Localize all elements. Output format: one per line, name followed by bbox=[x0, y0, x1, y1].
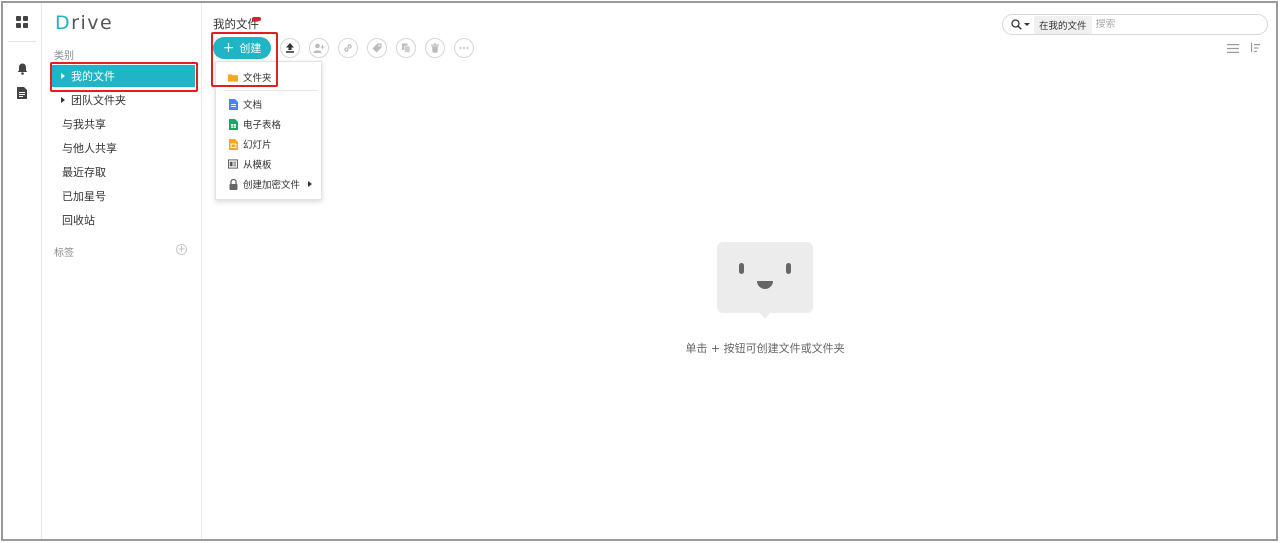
slides-icon bbox=[228, 138, 238, 150]
caret-right-icon[interactable] bbox=[61, 73, 65, 79]
tag-icon[interactable] bbox=[367, 38, 387, 58]
list-view-icon[interactable] bbox=[1227, 43, 1239, 53]
upload-icon[interactable] bbox=[280, 38, 300, 58]
empty-state-message: 单击 + 按钮可创建文件或文件夹 bbox=[685, 342, 845, 355]
sort-icon[interactable] bbox=[1250, 43, 1260, 53]
sidebar: Drive 类别 我的文件 团队文件夹 与我共享 与他人共享 最近存取 已加星号… bbox=[42, 3, 202, 539]
search-box[interactable]: 在我的文件 bbox=[1002, 14, 1268, 35]
link-icon[interactable] bbox=[338, 38, 358, 58]
create-button-label: 创建 bbox=[239, 42, 262, 55]
app-window: Drive 类别 我的文件 团队文件夹 与我共享 与他人共享 最近存取 已加星号… bbox=[1, 1, 1278, 541]
menu-item-encrypted[interactable]: 创建加密文件 bbox=[216, 174, 321, 194]
search-icon[interactable] bbox=[1011, 19, 1022, 30]
sidebar-item-label: 与我共享 bbox=[62, 118, 106, 131]
plus-circle-icon[interactable]: + bbox=[176, 244, 187, 255]
menu-item-label: 文档 bbox=[243, 100, 263, 111]
icon-rail bbox=[3, 3, 42, 539]
search-scope[interactable]: 在我的文件 bbox=[1034, 15, 1092, 34]
tags-label: 标签 bbox=[54, 248, 74, 259]
menu-item-label: 幻灯片 bbox=[243, 140, 272, 151]
sidebar-item-label: 我的文件 bbox=[71, 70, 115, 83]
toolbar: + 创建 bbox=[213, 36, 474, 60]
bell-icon[interactable] bbox=[14, 61, 30, 77]
menu-item-label: 从模板 bbox=[243, 160, 272, 171]
menu-item-template[interactable]: 从模板 bbox=[216, 154, 321, 174]
sidebar-item-shared-with-me[interactable]: 与我共享 bbox=[52, 113, 195, 135]
menu-item-label: 创建加密文件 bbox=[243, 180, 301, 191]
chevron-down-icon[interactable] bbox=[1024, 23, 1030, 26]
sidebar-item-label: 与他人共享 bbox=[62, 142, 117, 155]
document-icon[interactable] bbox=[14, 85, 30, 101]
sidebar-item-label: 团队文件夹 bbox=[71, 94, 126, 107]
create-menu: 文件夹 文档 电子表格 幻灯片 从模板 创建加密文件 bbox=[215, 61, 322, 200]
menu-item-slides[interactable]: 幻灯片 bbox=[216, 134, 321, 154]
menu-item-doc[interactable]: 文档 bbox=[216, 94, 321, 114]
template-icon bbox=[228, 158, 238, 170]
submenu-arrow-icon bbox=[308, 181, 312, 187]
sidebar-item-shared-with-others[interactable]: 与他人共享 bbox=[52, 137, 195, 159]
menu-item-label: 电子表格 bbox=[243, 120, 282, 131]
mouth bbox=[757, 281, 773, 289]
doc-icon bbox=[228, 98, 238, 110]
plus-icon: + bbox=[222, 40, 235, 56]
sidebar-item-recycle-bin[interactable]: 回收站 bbox=[52, 209, 195, 231]
sidebar-item-recent[interactable]: 最近存取 bbox=[52, 161, 195, 183]
eye-right bbox=[786, 263, 791, 274]
sidebar-item-my-files[interactable]: 我的文件 bbox=[52, 65, 195, 87]
create-button[interactable]: + 创建 bbox=[213, 37, 271, 59]
trash-icon[interactable] bbox=[425, 38, 445, 58]
more-icon[interactable] bbox=[454, 38, 474, 58]
sidebar-item-label: 最近存取 bbox=[62, 166, 106, 179]
caret-right-icon[interactable] bbox=[61, 97, 65, 103]
rail-divider bbox=[9, 41, 36, 42]
menu-divider bbox=[224, 90, 317, 91]
lock-icon bbox=[228, 178, 238, 190]
eye-left bbox=[739, 263, 744, 274]
speech-tail bbox=[759, 312, 771, 319]
sidebar-item-starred[interactable]: 已加星号 bbox=[52, 185, 195, 207]
menu-item-folder[interactable]: 文件夹 bbox=[216, 67, 321, 87]
sheet-icon bbox=[228, 118, 238, 130]
empty-state-illustration bbox=[717, 242, 813, 319]
view-controls bbox=[1227, 43, 1260, 53]
sidebar-item-label: 已加星号 bbox=[62, 190, 106, 203]
search-input[interactable] bbox=[1095, 19, 1236, 30]
menu-item-sheet[interactable]: 电子表格 bbox=[216, 114, 321, 134]
add-user-icon[interactable] bbox=[309, 38, 329, 58]
new-badge bbox=[252, 17, 261, 21]
apps-grid-icon[interactable] bbox=[14, 14, 30, 30]
sidebar-item-team-folders[interactable]: 团队文件夹 bbox=[52, 89, 195, 111]
folder-icon bbox=[228, 71, 238, 83]
sidebar-item-label: 回收站 bbox=[62, 214, 95, 227]
category-label: 类别 bbox=[54, 51, 74, 62]
copy-icon[interactable] bbox=[396, 38, 416, 58]
drive-logo[interactable]: Drive bbox=[55, 12, 113, 34]
menu-item-label: 文件夹 bbox=[243, 73, 272, 84]
main-content: 我的文件 + 创建 在我的文件 搜索 文件夹 文档 电子表格 幻灯片 从模板 创… bbox=[203, 3, 1276, 539]
